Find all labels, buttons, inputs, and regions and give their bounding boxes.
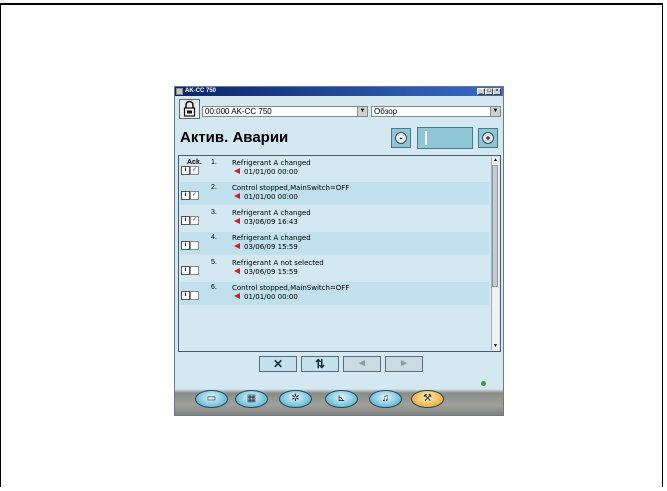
ack-checkbox[interactable] xyxy=(190,241,199,250)
minimize-button[interactable]: _ xyxy=(477,88,485,95)
info-icon[interactable]: i xyxy=(181,166,190,175)
vertical-scrollbar[interactable]: ▲ ▼ xyxy=(491,157,499,350)
alarm-row[interactable]: i ✓ 3. Refrigerant A changed 03/06/09 16:43 xyxy=(180,207,489,230)
alarm-message: Refrigerant A changed xyxy=(232,234,311,242)
back-button[interactable]: ◄ xyxy=(343,356,381,372)
alarm-number: 4. xyxy=(211,234,217,241)
info-icon[interactable]: i xyxy=(181,241,190,250)
alarm-list[interactable]: Ack. i ✓ 1. Refrigerant A changed 01/01/00 0… xyxy=(178,155,501,352)
alarm-message: Refrigerant A changed xyxy=(232,159,311,167)
ack-checkbox[interactable] xyxy=(190,291,199,300)
ack-checkbox[interactable]: ✓ xyxy=(190,166,199,175)
title-bar: AK-CC 750 _ □ × xyxy=(175,87,503,96)
info-icon[interactable]: i xyxy=(181,291,190,300)
alarm-row[interactable]: i 5. Refrigerant A not selected 03/06/09 15… xyxy=(180,257,489,280)
alarm-timestamp: 03/06/09 15:59 xyxy=(244,268,298,276)
alarm-flag-icon xyxy=(234,218,240,224)
alarm-timestamp: 03/06/09 16:43 xyxy=(244,218,298,226)
status-indicator xyxy=(481,381,486,386)
scroll-down-icon[interactable]: ▼ xyxy=(492,343,499,350)
alarm-flag-icon xyxy=(234,268,240,274)
alarm-flag-icon xyxy=(234,243,240,249)
nav-grid-button[interactable]: ▦ xyxy=(235,390,268,408)
forward-button[interactable]: ► xyxy=(385,356,423,372)
alarm-number: 5. xyxy=(211,259,217,266)
alarm-timestamp: 01/01/00 00:00 xyxy=(244,168,298,176)
alarm-flag-icon xyxy=(234,193,240,199)
refresh-button[interactable]: ⇅ xyxy=(301,356,339,372)
chevron-down-icon[interactable]: ▼ xyxy=(357,107,367,116)
alarm-number: 1. xyxy=(211,159,217,166)
grid-icon: ▦ xyxy=(246,393,257,404)
alarm-flag-icon xyxy=(234,168,240,174)
plus-icon: + xyxy=(482,132,494,144)
info-icon[interactable]: i xyxy=(181,216,190,225)
device-select[interactable]: 00:000 AK-CC 750 ▼ xyxy=(202,106,368,117)
alarm-row[interactable]: i 4. Refrigerant A changed 03/06/09 15:59 xyxy=(180,232,489,255)
info-icon[interactable]: i xyxy=(181,191,190,200)
minus-icon: - xyxy=(395,132,407,144)
view-select-value: Обзор xyxy=(374,107,398,116)
alarm-row[interactable]: i ✓ 1. Refrigerant A changed 01/01/00 00:00 xyxy=(180,157,489,180)
alarm-timestamp: 01/01/00 00:00 xyxy=(244,193,298,201)
app-icon xyxy=(176,88,183,95)
nav-graph-button[interactable]: ⊾ xyxy=(325,390,358,408)
alarm-number: 2. xyxy=(211,184,217,191)
graph-icon: ⊾ xyxy=(337,393,346,404)
system-icon: ▭ xyxy=(206,393,217,404)
alarm-row[interactable]: i ✓ 2. Control stopped,MainSwitch=OFF 01/01/… xyxy=(180,182,489,205)
nav-fan-button[interactable]: ✲ xyxy=(279,390,312,408)
scroll-thumb[interactable] xyxy=(492,165,498,287)
action-bar: ✕ ⇅ ◄ ► xyxy=(175,353,503,377)
scroll-up-icon[interactable]: ▲ xyxy=(492,157,499,164)
page-title: Актив. Аварии xyxy=(180,129,289,146)
value-field[interactable] xyxy=(417,127,473,149)
chevron-down-icon[interactable]: ▼ xyxy=(490,107,500,116)
maximize-button[interactable]: □ xyxy=(485,88,493,95)
next-button[interactable]: + xyxy=(478,128,498,148)
alarm-timestamp: 01/01/00 00:00 xyxy=(244,293,298,301)
lock-button[interactable] xyxy=(179,99,200,119)
lock-icon xyxy=(183,100,196,117)
nav-service-button[interactable]: ⚒ xyxy=(411,390,444,408)
alarm-bell-icon: ♫ xyxy=(381,393,390,404)
alarm-message: Control stopped,MainSwitch=OFF xyxy=(232,184,350,192)
wrench-icon: ⚒ xyxy=(423,393,432,404)
ack-checkbox[interactable] xyxy=(190,266,199,275)
toolbar: 00:000 AK-CC 750 ▼ Обзор ▼ xyxy=(175,96,503,119)
nav-system-button[interactable]: ▭ xyxy=(195,390,228,408)
alarm-message: Refrigerant A not selected xyxy=(232,259,324,267)
ack-checkbox[interactable]: ✓ xyxy=(190,191,199,200)
alarm-number: 6. xyxy=(211,284,217,291)
device-select-value: 00:000 AK-CC 750 xyxy=(205,107,272,116)
window-title: AK-CC 750 xyxy=(185,88,217,94)
alarm-flag-icon xyxy=(234,293,240,299)
alarm-message: Refrigerant A changed xyxy=(232,209,311,217)
info-icon[interactable]: i xyxy=(181,266,190,275)
close-button[interactable]: × xyxy=(493,88,501,95)
bottom-nav: ▭ ▦ ✲ ⊾ ♫ ⚒ xyxy=(175,377,503,415)
alarm-number: 3. xyxy=(211,209,217,216)
app-window: AK-CC 750 _ □ × 00:000 AK-CC 750 ▼ Обзор… xyxy=(174,86,504,416)
alarm-timestamp: 03/06/09 15:59 xyxy=(244,243,298,251)
nav-alarm-button[interactable]: ♫ xyxy=(369,390,402,408)
alarm-row[interactable]: i 6. Control stopped,MainSwitch=OFF 01/01/0… xyxy=(180,282,489,305)
fan-icon: ✲ xyxy=(291,393,300,404)
text-cursor xyxy=(425,131,427,145)
view-select[interactable]: Обзор ▼ xyxy=(371,106,501,117)
prev-button[interactable]: - xyxy=(391,128,411,148)
delete-button[interactable]: ✕ xyxy=(259,356,297,372)
ack-checkbox[interactable]: ✓ xyxy=(190,216,199,225)
alarm-message: Control stopped,MainSwitch=OFF xyxy=(232,284,350,292)
